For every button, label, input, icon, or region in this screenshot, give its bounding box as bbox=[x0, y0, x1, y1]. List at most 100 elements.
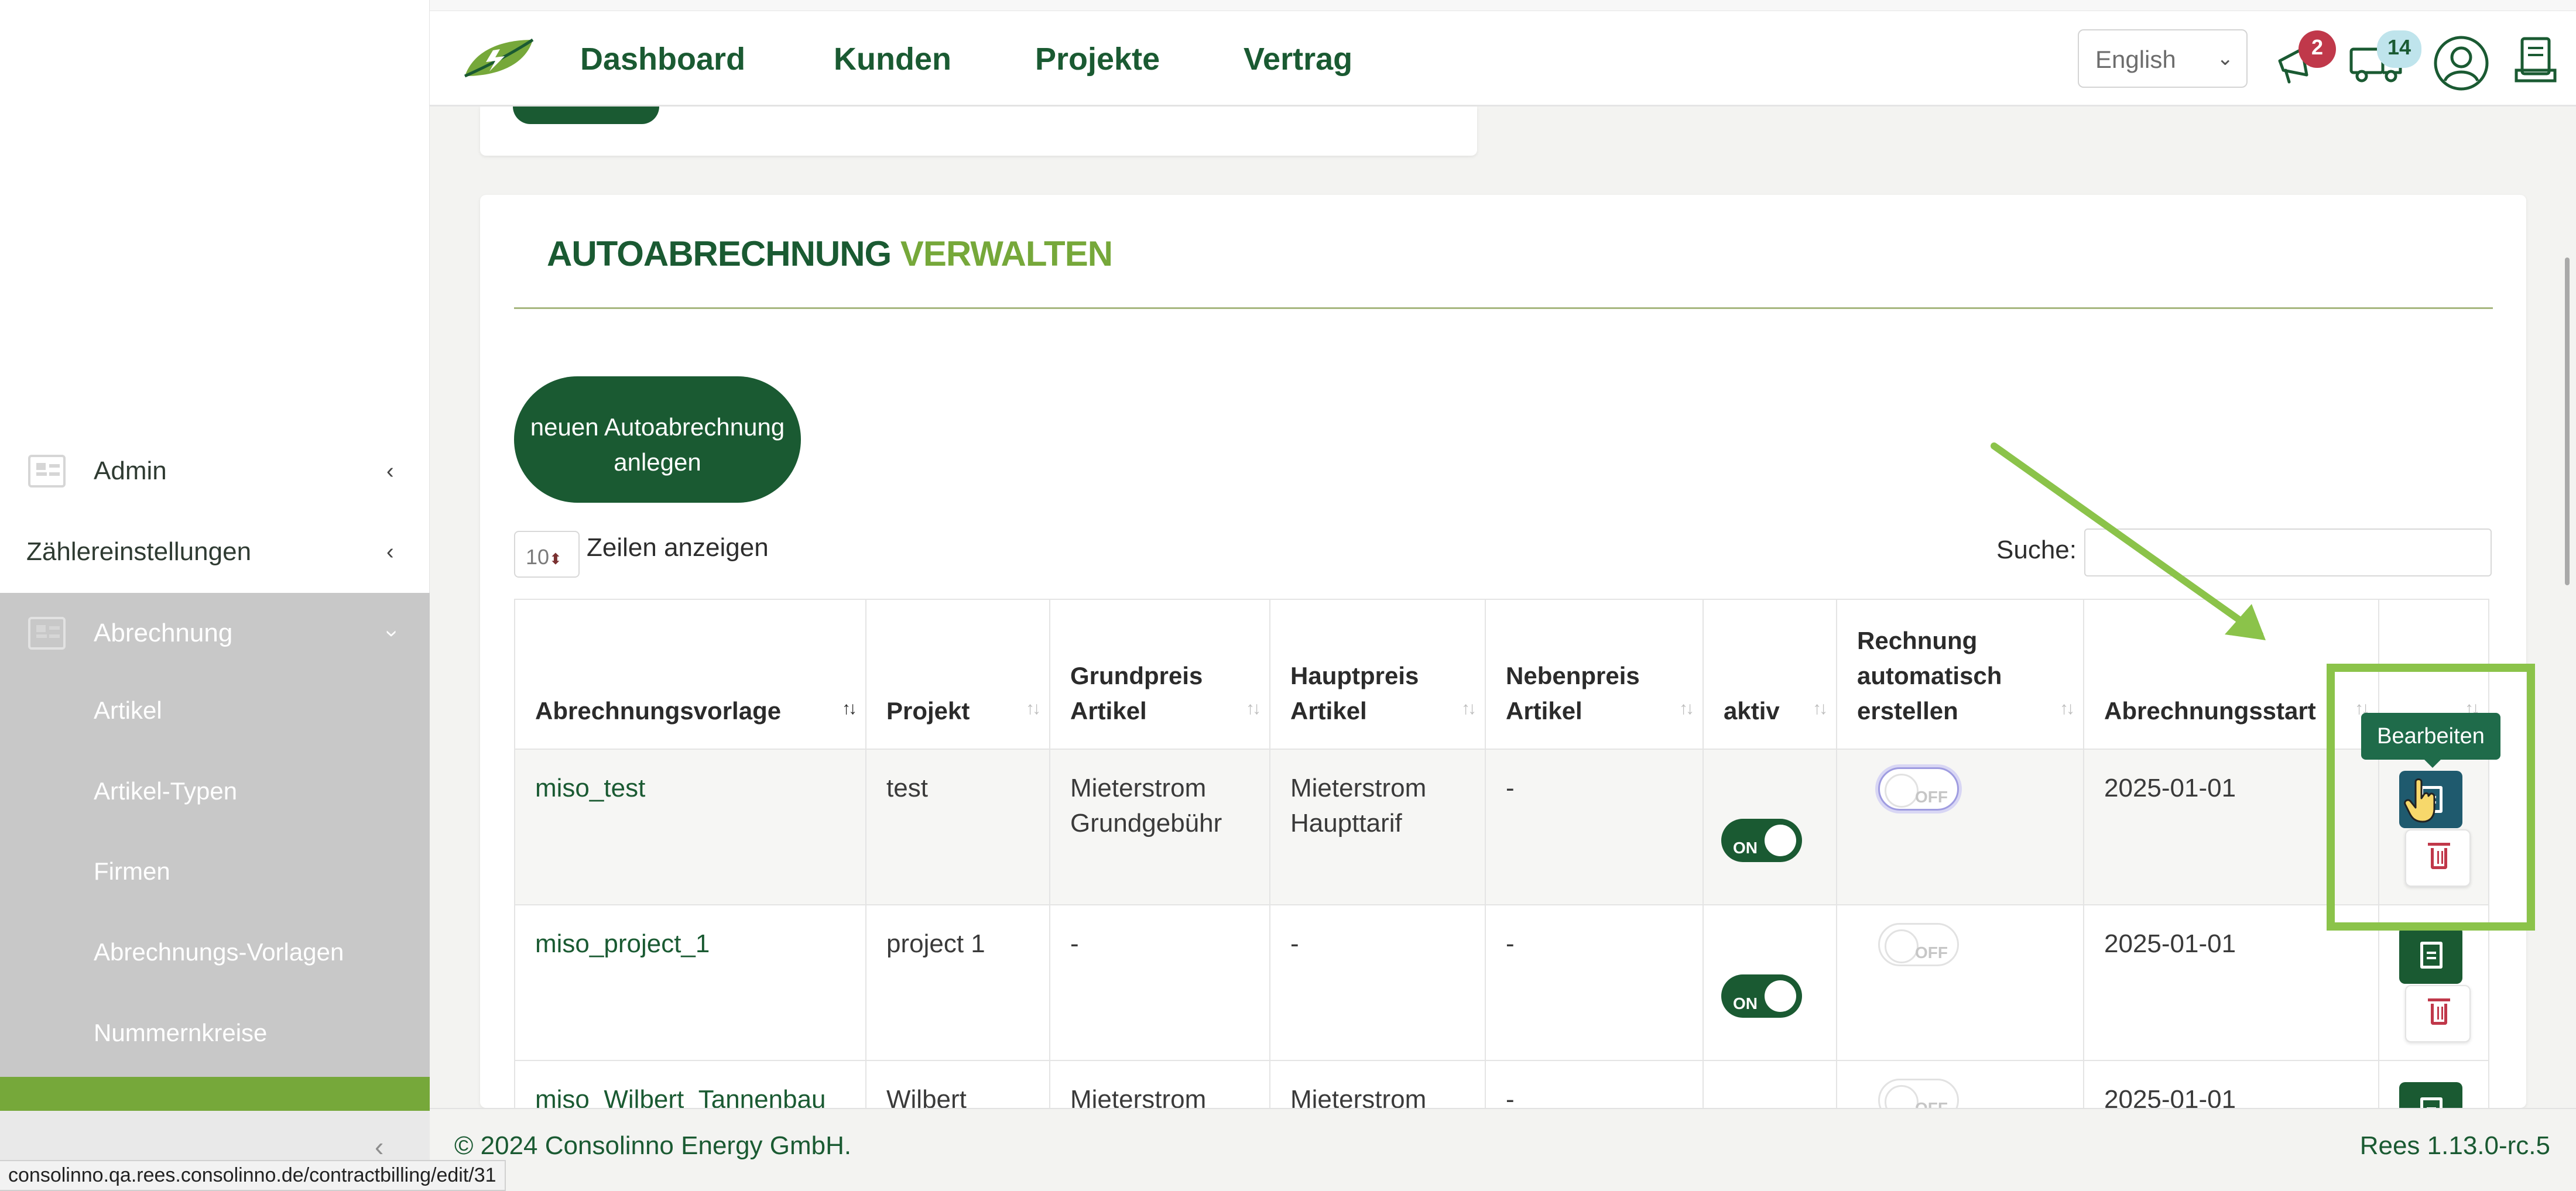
nav-vertrag[interactable]: Vertrag bbox=[1244, 41, 1352, 77]
top-navigation: Dashboard Kunden Projekte Vertrag Englis… bbox=[430, 0, 2576, 107]
sort-stepper-icon: ⬍ bbox=[549, 550, 562, 568]
page-length-select[interactable]: 10⬍ bbox=[514, 531, 580, 578]
nav-projekte[interactable]: Projekte bbox=[1035, 41, 1160, 77]
column-header-label: aktiv bbox=[1724, 697, 1780, 725]
column-header-label: Nebenpreis Artikel bbox=[1506, 662, 1640, 725]
cell-hauptpreis: Mieterstrom bbox=[1269, 1060, 1486, 1108]
edit-button[interactable] bbox=[2399, 926, 2462, 984]
nav-dashboard[interactable]: Dashboard bbox=[580, 41, 745, 77]
column-header-label: Rechnung automatisch erstellen bbox=[1857, 627, 2002, 725]
nav-kunden[interactable]: Kunden bbox=[834, 41, 951, 77]
edit-button[interactable] bbox=[2399, 1082, 2462, 1108]
column-header-aktiv[interactable]: aktiv ↑↓ bbox=[1703, 599, 1837, 750]
auto-invoice-toggle[interactable]: OFF bbox=[1878, 923, 1959, 966]
page-title-part2: VERWALTEN bbox=[900, 234, 1113, 273]
tasks-badge: 14 bbox=[2377, 30, 2421, 68]
cell-projekt: test bbox=[865, 749, 1050, 905]
auto-invoice-toggle[interactable]: OFF bbox=[1878, 767, 1959, 811]
toggle-label: ON bbox=[1733, 839, 1758, 857]
column-header-abrechnungsvorlage[interactable]: Abrechnungsvorlage ↑↓ bbox=[514, 599, 866, 750]
autoabrechnung-table: Abrechnungsvorlage ↑↓ Projekt ↑↓ Grundprei… bbox=[514, 599, 2489, 1108]
sidebar-subitem-nummernkreise[interactable]: Nummernkreise bbox=[94, 1019, 267, 1047]
browser-status-url: consolinno.qa.rees.consolinno.de/contrac… bbox=[0, 1160, 506, 1191]
cell-aktiv: ON bbox=[1703, 749, 1837, 905]
footer-copyright: © 2024 Consolinno Energy GmbH. bbox=[454, 1131, 852, 1160]
column-header-hauptpreis[interactable]: Hauptpreis Artikel ↑↓ bbox=[1269, 599, 1486, 750]
sidebar-group-abrechnung: Abrechnung ‹ Artikel Artikel-Typen Firme… bbox=[0, 593, 430, 1111]
user-avatar-icon[interactable] bbox=[2432, 34, 2491, 92]
sort-icon: ↑↓ bbox=[1026, 699, 1041, 718]
auto-invoice-toggle[interactable]: OFF bbox=[1878, 1079, 1959, 1108]
cell-vorlage-link[interactable]: miso_test bbox=[514, 749, 866, 905]
column-header-grundpreis[interactable]: Grundpreis Artikel ↑↓ bbox=[1049, 599, 1270, 750]
chevron-down-icon: ‹ bbox=[377, 629, 402, 637]
hand-cursor-icon bbox=[2404, 778, 2435, 823]
cell-hauptpreis: Mieterstrom Haupttarif bbox=[1269, 749, 1486, 905]
annotation-arrow bbox=[1991, 442, 2266, 640]
column-header-projekt[interactable]: Projekt ↑↓ bbox=[865, 599, 1050, 750]
new-autoabrechnung-button[interactable]: neuen Autoabrechnung anlegen bbox=[514, 376, 801, 503]
grid-icon bbox=[28, 455, 66, 488]
sidebar-item-admin[interactable]: Admin ‹ bbox=[0, 431, 430, 512]
sort-icon: ↑↓ bbox=[1813, 699, 1828, 718]
toggle-label: ON bbox=[1733, 994, 1758, 1012]
edit-tooltip: Bearbeiten bbox=[2361, 713, 2500, 768]
cell-aktiv: ON bbox=[1703, 904, 1837, 1061]
page-length-value: 10 bbox=[526, 545, 550, 569]
previous-card-button[interactable] bbox=[513, 107, 659, 124]
sort-icon: ↑↓ bbox=[2060, 699, 2075, 718]
cell-grundpreis: - bbox=[1049, 904, 1270, 1061]
chevron-left-icon: ‹ bbox=[386, 539, 394, 564]
delete-button[interactable] bbox=[2405, 985, 2471, 1042]
toggle-label: OFF bbox=[1915, 943, 1948, 962]
previous-card bbox=[480, 107, 1477, 156]
cell-start: 2025-01-01 bbox=[2083, 1060, 2379, 1108]
sort-icon: ↑↓ bbox=[842, 699, 857, 718]
page-title-part1: AUTOABRECHNUNG bbox=[547, 234, 892, 273]
document-icon bbox=[2420, 1097, 2443, 1108]
sidebar: Admin ‹ Zählereinstellungen ‹ Abrechnung… bbox=[0, 0, 430, 1191]
column-header-label: Projekt bbox=[886, 697, 970, 725]
page-scrollbar[interactable] bbox=[2565, 258, 2570, 585]
sidebar-item-zaehlereinstellungen[interactable]: Zählereinstellungen ‹ bbox=[0, 512, 430, 592]
sidebar-subitem-abrechnungs-vorlagen[interactable]: Abrechnungs-Vorlagen bbox=[94, 938, 344, 966]
cell-auto: OFF bbox=[1836, 1060, 2084, 1108]
consolinno-logo[interactable] bbox=[463, 37, 535, 80]
cell-projekt: project 1 bbox=[865, 904, 1050, 1061]
cell-projekt: Wilbert bbox=[865, 1060, 1050, 1108]
cell-nebenpreis: - bbox=[1485, 749, 1704, 905]
sidebar-item-label: Zählereinstellungen bbox=[26, 537, 252, 566]
notifications-badge: 2 bbox=[2298, 30, 2336, 68]
language-select[interactable]: English ⌄ bbox=[2078, 29, 2248, 88]
invoice-icon[interactable] bbox=[2514, 35, 2561, 88]
sidebar-subitem-artikel[interactable]: Artikel bbox=[94, 696, 162, 725]
collapse-sidebar-icon[interactable]: ‹ bbox=[375, 1131, 383, 1162]
sidebar-item-active[interactable] bbox=[0, 1077, 430, 1111]
page-footer: © 2024 Consolinno Energy GmbH. Rees 1.13… bbox=[430, 1108, 2576, 1191]
footer-version: Rees 1.13.0-rc.5 bbox=[2359, 1131, 2550, 1160]
column-header-label: Hauptpreis Artikel bbox=[1290, 662, 1419, 725]
cell-hauptpreis: - bbox=[1269, 904, 1486, 1061]
sort-icon: ↑↓ bbox=[1246, 699, 1261, 718]
sidebar-subitem-firmen[interactable]: Firmen bbox=[94, 857, 170, 885]
aktiv-toggle[interactable]: ON bbox=[1721, 819, 1802, 862]
sidebar-item-abrechnung[interactable]: Abrechnung ‹ bbox=[0, 593, 430, 674]
table-row: miso_Wilbert_Tannenbau Wilbert Mieterstr… bbox=[514, 1060, 2489, 1108]
page-length-label: Zeilen anzeigen bbox=[587, 533, 769, 562]
sidebar-item-label: Admin bbox=[94, 457, 167, 485]
title-divider bbox=[514, 307, 2493, 309]
sort-icon: ↑↓ bbox=[1461, 699, 1477, 718]
column-header-nebenpreis[interactable]: Nebenpreis Artikel ↑↓ bbox=[1485, 599, 1704, 750]
sort-icon: ↑↓ bbox=[1679, 699, 1694, 718]
cell-grundpreis: Mieterstrom bbox=[1049, 1060, 1270, 1108]
cell-auto: OFF bbox=[1836, 904, 2084, 1061]
toggle-label: OFF bbox=[1915, 788, 1948, 806]
page-title: AUTOABRECHNUNG VERWALTEN bbox=[547, 234, 1113, 274]
language-select-value: English bbox=[2095, 46, 2176, 73]
aktiv-toggle[interactable]: ON bbox=[1721, 974, 1802, 1018]
sidebar-subitem-artikel-typen[interactable]: Artikel-Typen bbox=[94, 777, 237, 805]
cell-vorlage-link[interactable]: miso_Wilbert_Tannenbau bbox=[514, 1060, 866, 1108]
cell-vorlage-link[interactable]: miso_project_1 bbox=[514, 904, 866, 1061]
sidebar-footer bbox=[0, 1111, 430, 1163]
cell-nebenpreis: - bbox=[1485, 1060, 1704, 1108]
